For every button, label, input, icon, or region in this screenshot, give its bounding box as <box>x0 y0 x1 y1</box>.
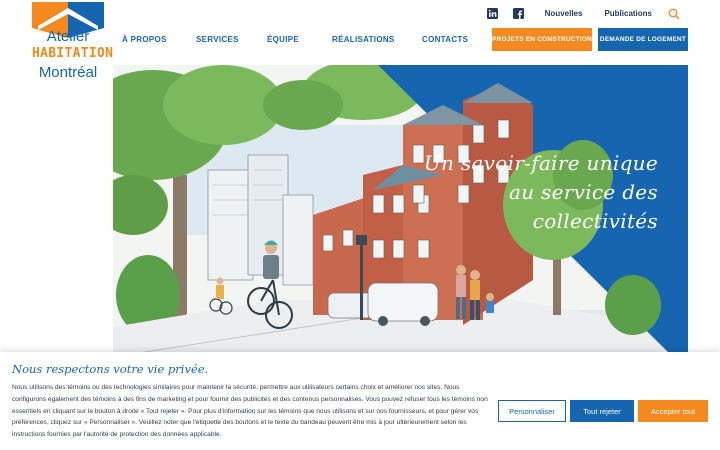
top-utility-bar: Nouvelles Publications <box>487 6 680 20</box>
link-nouvelles[interactable]: Nouvelles <box>545 9 583 18</box>
site-logo[interactable]: Atelier HABITATION Montréal <box>32 2 114 82</box>
hero-tagline: Un savoir-faire unique au service des co… <box>398 149 658 236</box>
nav-services[interactable]: SERVICES <box>196 35 239 44</box>
housing-request-button[interactable]: DEMANDE DE LOGEMENT <box>598 28 688 51</box>
facebook-icon[interactable] <box>513 7 525 19</box>
projects-under-construction-button[interactable]: PROJETS EN CONSTRUCTION <box>492 28 592 51</box>
nav-equipe[interactable]: ÉQUIPE <box>267 35 299 44</box>
nav-contacts[interactable]: CONTACTS <box>422 35 468 44</box>
nav-realisations[interactable]: RÉALISATIONS <box>332 35 395 44</box>
logo-text-montreal: Montréal <box>38 64 98 81</box>
hero-tagline-line1: Un savoir-faire unique <box>423 151 658 175</box>
nav-a-propos[interactable]: À PROPOS <box>122 35 167 44</box>
reject-all-cookies-button[interactable]: Tout rejeter <box>570 400 634 422</box>
hero-tagline-line3: collectivités <box>532 209 658 233</box>
link-publications[interactable]: Publications <box>604 9 652 18</box>
hero-banner: Un savoir-faire unique au service des co… <box>113 65 688 357</box>
hero-tagline-line2: au service des <box>508 180 658 204</box>
cookie-consent-banner: Nous respectons votre vie privée. Nous u… <box>0 352 720 450</box>
cookie-description: Nous utilisons des témoins ou des techno… <box>12 384 488 439</box>
logo-text-habitation: HABITATION <box>32 46 114 61</box>
logo-text-atelier: Atelier <box>46 28 90 45</box>
customize-cookies-button[interactable]: Personnaliser <box>498 400 566 422</box>
accept-all-cookies-button[interactable]: Accepter tout <box>638 400 708 422</box>
cookie-title: Nous respectons votre vie privée. <box>12 362 209 376</box>
linkedin-icon[interactable] <box>487 7 499 19</box>
search-icon[interactable] <box>668 7 680 20</box>
